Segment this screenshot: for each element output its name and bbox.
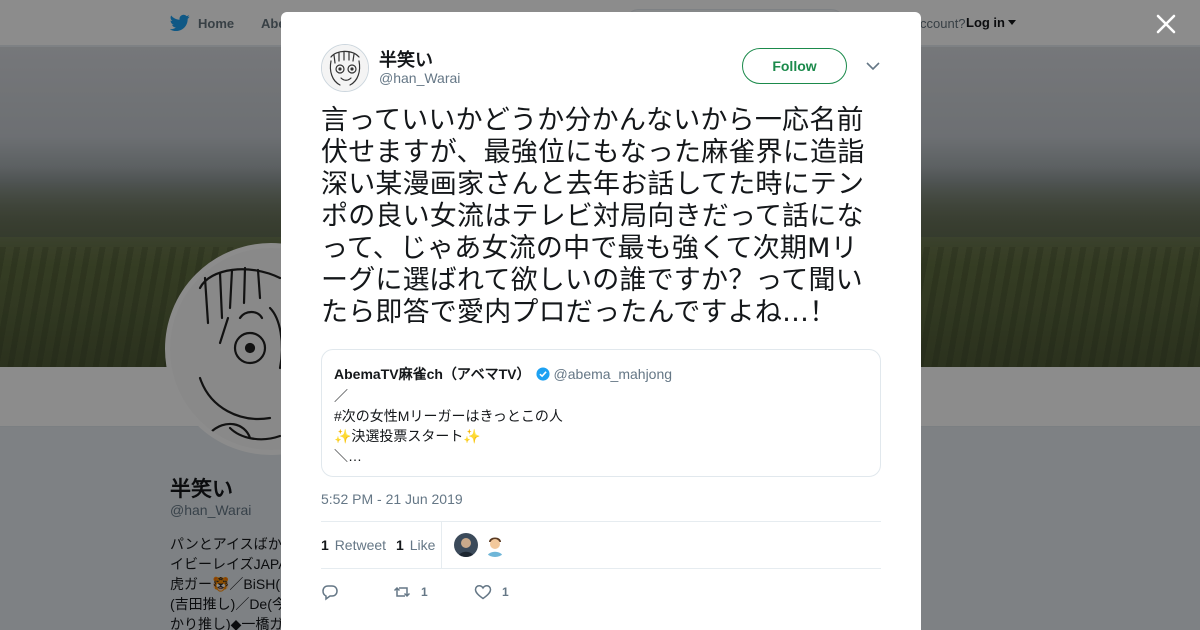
author-avatar[interactable] (321, 44, 369, 92)
quoted-tweet-body: ／ #次の女性Mリーガーはきっとこの人 ✨決選投票スタート✨ ＼… (334, 386, 563, 466)
stats-separator (441, 522, 442, 568)
author-handle[interactable]: @han_Warai (379, 70, 460, 86)
quoted-line: ✨決選投票スタート✨ (334, 428, 481, 444)
like-stat[interactable]: 1 Like (396, 537, 435, 553)
quoted-line: ＼… (334, 448, 362, 464)
like-count: 1 (396, 537, 404, 553)
retweet-count: 1 (321, 537, 329, 553)
reply-icon (322, 585, 338, 601)
chevron-down-icon[interactable] (865, 60, 881, 72)
verified-badge-icon (535, 367, 550, 381)
person-avatar-icon (454, 533, 478, 557)
close-icon[interactable] (1154, 12, 1178, 36)
liker-avatar[interactable] (454, 533, 478, 557)
quoted-author-handle: @abema_mahjong (553, 366, 673, 382)
retweet-icon (393, 586, 411, 598)
liker-avatar[interactable] (483, 533, 507, 557)
doodle-face-icon (322, 45, 368, 91)
follow-button[interactable]: Follow (742, 48, 847, 84)
author-name[interactable]: 半笑い (379, 46, 433, 72)
quoted-line: ／ (334, 388, 348, 404)
retweet-stat-label: Retweet (334, 537, 387, 553)
retweet-button[interactable]: 1 (393, 583, 474, 601)
like-button[interactable]: 1 (474, 583, 509, 601)
quoted-author-name: AbemaTV麻雀ch（アベマTV） (334, 366, 531, 382)
divider (321, 568, 881, 569)
retweet-stat[interactable]: 1 Retweet (321, 537, 386, 553)
heart-icon (474, 585, 492, 600)
tweet-actions: 1 1 (321, 580, 509, 604)
quoted-tweet[interactable]: AbemaTV麻雀ch（アベマTV） @abema_mahjong ／ #次の女… (321, 349, 881, 477)
like-stat-label: Like (409, 537, 436, 553)
tweet-modal: 半笑い @han_Warai Follow 言っていいかどうか分かんないから一応… (281, 12, 921, 630)
quoted-line: #次の女性Mリーガーはきっとこの人 (334, 408, 563, 424)
quoted-tweet-header: AbemaTV麻雀ch（アベマTV） @abema_mahjong (334, 364, 672, 384)
tweet-stats: 1 Retweet 1 Like (321, 522, 445, 568)
retweet-action-count: 1 (421, 585, 428, 599)
tweet-timestamp[interactable]: 5:52 PM - 21 Jun 2019 (321, 491, 463, 507)
like-action-count: 1 (502, 585, 509, 599)
person-emoji-icon (483, 533, 507, 557)
reply-button[interactable] (321, 583, 393, 601)
tweet-text: 言っていいかどうか分かんないから一応名前伏せますが、最強位にもなった麻雀界に造詣… (321, 105, 865, 328)
